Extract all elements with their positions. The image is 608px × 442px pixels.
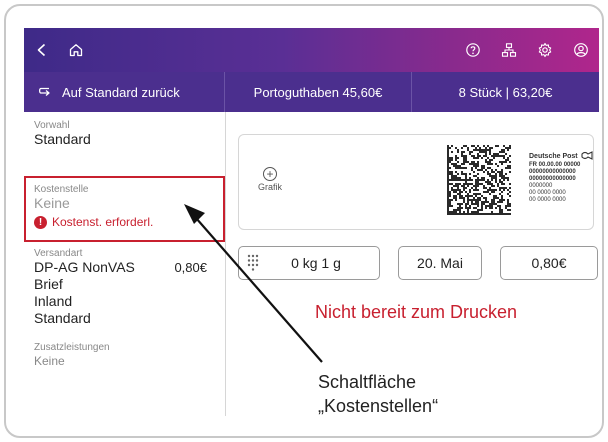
screen: Auf Standard zurück Portoguthaben 45,60€… bbox=[24, 28, 599, 416]
piece-counter[interactable]: 8 Stück | 63,20€ bbox=[412, 72, 599, 112]
top-navbar bbox=[24, 28, 599, 72]
navbar-left bbox=[34, 42, 102, 58]
weight-button[interactable]: 0 kg 1 g bbox=[238, 246, 380, 280]
brand-label: Deutsche Post bbox=[529, 153, 578, 160]
preset-value: Standard bbox=[34, 131, 91, 147]
settings-icon[interactable] bbox=[537, 42, 553, 58]
date-button[interactable]: 20. Mai bbox=[398, 246, 482, 280]
home-icon[interactable] bbox=[68, 42, 84, 58]
error-icon: ! bbox=[34, 215, 47, 229]
franking-line: 00000000000000 bbox=[529, 169, 576, 175]
not-ready-status: Nicht bereit zum Drucken bbox=[314, 302, 518, 322]
settings-panel: Vorwahl Standard Kostenstelle Keine ! Ko… bbox=[24, 112, 226, 416]
piece-counter-label: 8 Stück | 63,20€ bbox=[458, 84, 553, 100]
postage-balance-label: Portoguthaben 45,60€ bbox=[253, 84, 383, 100]
shipping-method-line: Standard bbox=[34, 310, 91, 326]
date-value: 20. Mai bbox=[417, 255, 463, 271]
shipping-method-price: 0,80€ bbox=[174, 260, 207, 275]
franking-line: 00 0000 0000 bbox=[529, 197, 566, 203]
cost-center-error: ! Kostenst. erforderl. bbox=[34, 215, 215, 229]
navbar-right bbox=[445, 42, 589, 58]
device-frame: Auf Standard zurück Portoguthaben 45,60€… bbox=[4, 4, 604, 438]
cost-center-value: Keine bbox=[34, 195, 70, 211]
return-arrow-icon bbox=[36, 84, 52, 100]
cost-center-button[interactable]: Kostenstelle Keine ! Kostenst. erforderl… bbox=[24, 176, 225, 242]
extra-services-item[interactable]: Zusatzleistungen Keine bbox=[24, 340, 225, 378]
add-graphic-button[interactable]: + Grafik bbox=[255, 167, 285, 192]
weight-value: 0 kg 1 g bbox=[291, 255, 341, 271]
shipping-method-line: Inland bbox=[34, 293, 73, 309]
network-icon[interactable] bbox=[501, 42, 517, 58]
postage-button[interactable]: 0,80€ bbox=[500, 246, 598, 280]
franking-info: Deutsche Post FR 00.00.00 00000 00000000… bbox=[529, 151, 593, 204]
stamp-controls: 0 kg 1 g 20. Mai 0,80€ bbox=[238, 246, 598, 282]
reset-to-standard-label: Auf Standard zurück bbox=[62, 84, 180, 100]
shipping-method-row: DP-AG NonVAS 0,80€ bbox=[34, 259, 215, 276]
plus-icon: + bbox=[263, 167, 277, 181]
preset-label: Vorwahl bbox=[34, 120, 70, 131]
extra-services-label: Zusatzleistungen bbox=[34, 342, 110, 353]
annotation-callout: Schaltfläche „Kostenstellen“ bbox=[318, 370, 439, 418]
help-icon[interactable] bbox=[465, 42, 481, 58]
stamp-preview: + Grafik Deutsche Post FR 00.00.00 00000… bbox=[238, 134, 594, 230]
shipping-method-label: Versandart bbox=[34, 248, 83, 259]
back-icon[interactable] bbox=[34, 42, 50, 58]
deutsche-post-brand: Deutsche Post bbox=[529, 151, 593, 162]
postage-balance[interactable]: Portoguthaben 45,60€ bbox=[225, 72, 412, 112]
account-icon[interactable] bbox=[573, 42, 589, 58]
annotation-line-1: Schaltfläche bbox=[318, 372, 417, 392]
franking-fr-line: FR 00.00.00 00000 bbox=[529, 162, 581, 168]
datamatrix-code bbox=[447, 145, 511, 215]
postage-value: 0,80€ bbox=[531, 255, 567, 271]
reset-to-standard-button[interactable]: Auf Standard zurück bbox=[24, 72, 225, 112]
franking-line: 0000000 bbox=[529, 183, 553, 189]
franking-line: 00000000000000 bbox=[529, 176, 576, 182]
franking-line: 00 0000 0000 bbox=[529, 190, 566, 196]
keypad-icon bbox=[247, 254, 259, 271]
shipping-method-item[interactable]: Versandart DP-AG NonVAS 0,80€ Brief Inla… bbox=[24, 242, 225, 340]
preset-item[interactable]: Vorwahl Standard bbox=[24, 112, 225, 176]
sub-header: Auf Standard zurück Portoguthaben 45,60€… bbox=[24, 72, 599, 112]
post-horn-icon bbox=[581, 151, 593, 162]
shipping-method-line: Brief bbox=[34, 276, 63, 292]
extra-services-value: Keine bbox=[34, 354, 65, 368]
shipping-method-value: DP-AG NonVAS bbox=[34, 259, 135, 275]
annotation-line-2: „Kostenstellen“ bbox=[318, 396, 439, 416]
cost-center-label: Kostenstelle bbox=[34, 184, 89, 195]
cost-center-error-text: Kostenst. erforderl. bbox=[52, 215, 154, 229]
add-graphic-label: Grafik bbox=[257, 182, 282, 192]
